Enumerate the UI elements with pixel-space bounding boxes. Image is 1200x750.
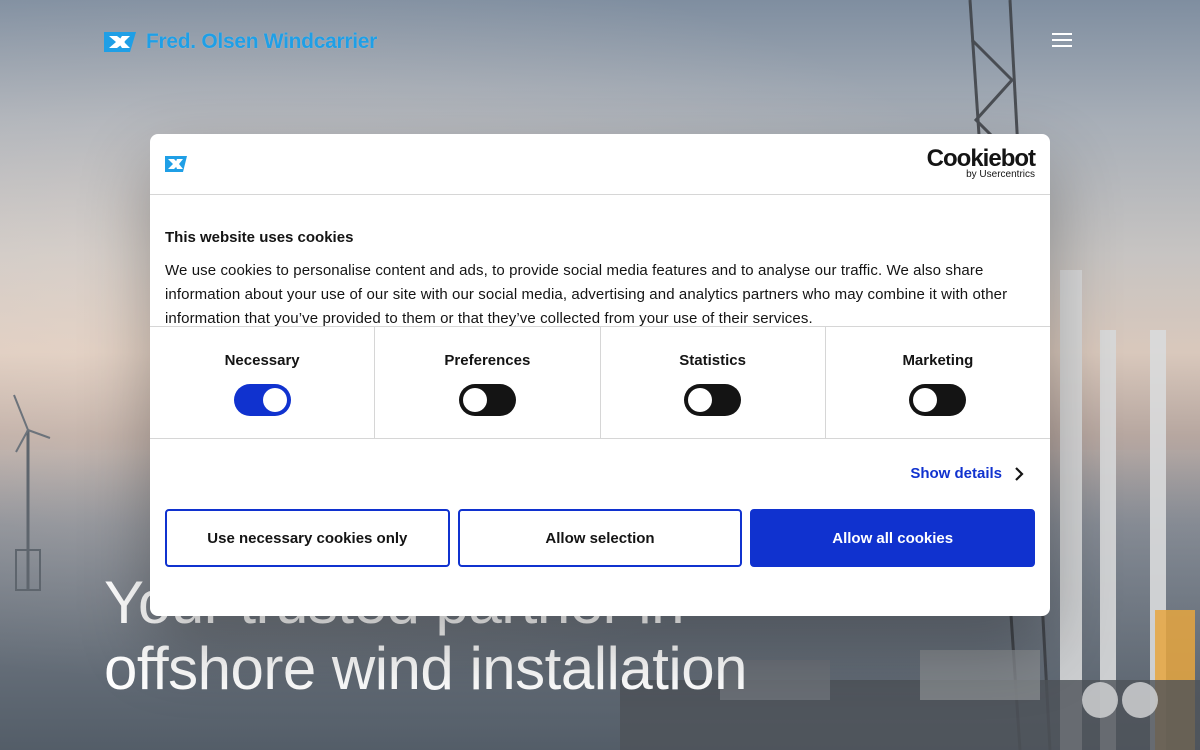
category-necessary: Necessary	[150, 327, 376, 438]
wind-turbine-graphic	[13, 394, 51, 591]
brand-logo-link[interactable]: Fred. Olsen Windcarrier	[104, 30, 377, 54]
toggle-knob	[913, 388, 938, 412]
cookie-dialog-body: This website uses cookies We use cookies…	[150, 195, 1050, 327]
cookiebot-name: Cookiebot	[926, 145, 1036, 172]
toggle-knob	[262, 388, 287, 412]
marketing-toggle[interactable]	[909, 384, 967, 416]
cookiebot-logo[interactable]: Cookiebot by Usercentrics	[926, 145, 1036, 181]
use-necessary-cookies-button[interactable]: Use necessary cookies only	[165, 509, 450, 567]
category-statistics: Statistics	[601, 327, 826, 438]
category-label: Statistics	[679, 352, 746, 369]
cookie-categories: Necessary Preferences Statistics Marketi…	[150, 326, 1050, 439]
cookie-dialog-heading: This website uses cookies	[165, 229, 354, 246]
category-label: Necessary	[224, 352, 300, 369]
category-preferences: Preferences	[375, 327, 601, 438]
hero-title-line-2: offshore wind installation	[104, 635, 747, 702]
cookie-buttons: Use necessary cookies only Allow selecti…	[150, 509, 1050, 567]
brand-logo-icon	[104, 32, 136, 52]
cookie-consent-dialog: Cookiebot by Usercentrics This website u…	[150, 134, 1050, 616]
allow-selection-button[interactable]: Allow selection	[457, 509, 743, 567]
show-details-link[interactable]: Show details	[910, 465, 1024, 482]
show-details-label: Show details	[910, 465, 1002, 482]
site-logo-icon	[165, 156, 187, 172]
allow-all-cookies-button[interactable]: Allow all cookies	[750, 509, 1036, 567]
toggle-knob	[462, 388, 487, 412]
brand-name: Fred. Olsen Windcarrier	[146, 30, 377, 53]
cookie-dialog-text: We use cookies to personalise content an…	[165, 262, 1008, 327]
statistics-toggle[interactable]	[684, 384, 742, 416]
cookie-dialog-header: Cookiebot by Usercentrics	[150, 134, 1050, 195]
category-label: Marketing	[902, 352, 974, 369]
necessary-toggle[interactable]	[233, 384, 291, 416]
page: Fred. Olsen Windcarrier Your trusted par…	[0, 0, 1200, 750]
chevron-right-icon	[1015, 466, 1024, 481]
preferences-toggle[interactable]	[458, 384, 516, 416]
toggle-knob	[688, 388, 713, 412]
category-marketing: Marketing	[826, 327, 1050, 438]
category-label: Preferences	[444, 352, 531, 369]
details-row: Show details	[150, 439, 1050, 509]
hamburger-menu-icon[interactable]	[1052, 33, 1072, 49]
